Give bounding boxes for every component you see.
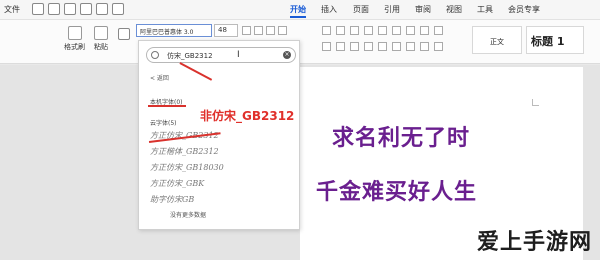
table-icon[interactable]: [420, 42, 429, 51]
print-icon[interactable]: [64, 3, 76, 15]
annotation-underline: [148, 105, 186, 107]
document-line-2[interactable]: 千金难买好人生: [316, 174, 477, 206]
indent-icon[interactable]: [364, 26, 373, 35]
font-size-select[interactable]: 48: [214, 24, 238, 37]
justify-icon[interactable]: [364, 42, 373, 51]
number-list-icon[interactable]: [336, 26, 345, 35]
site-watermark: 爱上手游网: [476, 230, 592, 255]
tab-insert[interactable]: 插入: [321, 4, 337, 15]
paste-label: 粘贴: [94, 43, 108, 51]
back-link[interactable]: < 返回: [150, 73, 169, 82]
style-normal[interactable]: 正文: [472, 26, 522, 54]
line-spacing-icon[interactable]: [392, 26, 401, 35]
annotation-label: 非仿宋_GB2312: [200, 109, 295, 123]
text-cursor-icon: I: [237, 50, 240, 60]
clear-icon[interactable]: ×: [283, 51, 291, 59]
title-bar: 文件 开始 插入 页面 引用 审阅 视图 工具 会员专享: [0, 0, 600, 20]
ribbon: 格式刷 粘贴 阿里巴巴普惠体 3.0 48 正文 标题 1: [0, 20, 600, 64]
paste-icon: [94, 26, 108, 40]
text-direction-icon[interactable]: [406, 42, 415, 51]
file-menu[interactable]: 文件: [4, 4, 20, 15]
border-icon[interactable]: [420, 26, 429, 35]
tab-reference[interactable]: 引用: [384, 4, 400, 15]
export-icon[interactable]: [48, 3, 60, 15]
redo-icon[interactable]: [112, 3, 124, 15]
no-more-data: 没有更多数据: [170, 212, 207, 219]
font-name-select[interactable]: 阿里巴巴普惠体 3.0: [136, 24, 212, 37]
align-right-icon[interactable]: [350, 42, 359, 51]
format-painter-button[interactable]: 格式刷: [64, 26, 85, 52]
show-marks-icon[interactable]: [406, 26, 415, 35]
clear-format-icon[interactable]: [266, 26, 275, 35]
font-option[interactable]: 方正仿宋_GB18030: [150, 162, 224, 173]
sort-icon[interactable]: [378, 26, 387, 35]
save-icon[interactable]: [32, 3, 44, 15]
paste-button[interactable]: 粘贴: [94, 26, 108, 52]
tab-stop-icon[interactable]: [434, 42, 443, 51]
search-icon: [151, 51, 159, 59]
columns-icon[interactable]: [392, 42, 401, 51]
cut-icon[interactable]: [118, 28, 130, 40]
style-heading-1[interactable]: 标题 1: [526, 26, 584, 54]
shrink-font-icon[interactable]: [254, 26, 263, 35]
outdent-icon[interactable]: [350, 26, 359, 35]
page-margin-mark: [532, 99, 539, 106]
font-option[interactable]: 方正楷体_GB2312: [150, 146, 219, 157]
preview-icon[interactable]: [80, 3, 92, 15]
active-tab-indicator: [290, 16, 306, 18]
document-line-1[interactable]: 求名利无了时: [332, 120, 470, 152]
align-center-icon[interactable]: [336, 42, 345, 51]
font-option[interactable]: 方正仿宋_GBK: [150, 178, 204, 189]
format-painter-label: 格式刷: [64, 43, 85, 51]
cloud-fonts-section: 云字体(5): [150, 120, 177, 127]
shading-icon[interactable]: [434, 26, 443, 35]
text-effect-icon[interactable]: [278, 26, 287, 35]
align-left-icon[interactable]: [322, 42, 331, 51]
tab-view[interactable]: 视图: [446, 4, 462, 15]
tab-page[interactable]: 页面: [353, 4, 369, 15]
tab-home[interactable]: 开始: [290, 4, 306, 15]
tab-review[interactable]: 审阅: [415, 4, 431, 15]
font-search-input[interactable]: 仿宋_GB2312 ×: [146, 47, 296, 63]
distribute-icon[interactable]: [378, 42, 387, 51]
undo-icon[interactable]: [96, 3, 108, 15]
brush-icon: [67, 26, 82, 40]
font-search-value: 仿宋_GB2312: [167, 52, 213, 60]
tab-member[interactable]: 会员专享: [508, 4, 540, 15]
tab-tools[interactable]: 工具: [477, 4, 493, 15]
font-option[interactable]: 助字仿宋GB: [150, 194, 194, 205]
bullet-list-icon[interactable]: [322, 26, 331, 35]
grow-font-icon[interactable]: [242, 26, 251, 35]
